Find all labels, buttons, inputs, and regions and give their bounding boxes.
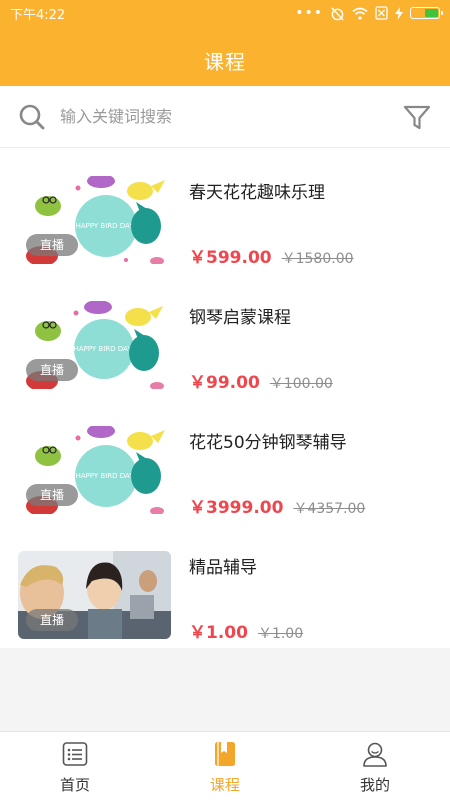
price-row: ￥3999.00 ￥4357.00 [189,493,365,518]
thumbnail-text: HAPPY BIRD DAY! [76,222,137,230]
course-title: 精品辅导 [189,558,257,578]
search-icon[interactable] [18,103,46,131]
person-icon [363,742,387,767]
wifi-icon [352,7,368,20]
thumbnail-text: HAPPY BIRD DAY! [74,345,135,353]
bottom-tab-bar: 首页 课程 我的 [0,731,450,800]
filter-icon[interactable] [402,102,432,132]
course-thumbnail: HAPPY BIRD DAY! 直播 [18,301,171,389]
live-badge: 直播 [26,609,78,631]
live-badge: 直播 [26,359,78,381]
course-price: ￥1.00 [189,623,248,643]
app-header: 下午4:22 ••• 课程 [0,0,450,86]
course-item[interactable]: HAPPY BIRD DAY! 直播 花花50分钟钢琴辅导 ￥3999.00 ￥… [0,398,450,523]
course-item[interactable]: HAPPY BIRD DAY! 直播 钢琴启蒙课程 ￥99.00 ￥100.00 [0,273,450,398]
course-thumbnail: HAPPY BIRD DAY! 直播 [18,176,171,264]
search-bar [0,86,450,148]
tab-label: 课程 [209,776,240,794]
course-thumbnail: HAPPY BIRD DAY! 直播 [18,426,171,514]
charging-icon [395,6,403,20]
tab-home[interactable]: 首页 [0,732,150,800]
original-price: ￥100.00 [269,376,333,392]
live-badge: 直播 [26,484,78,506]
price-row: ￥99.00 ￥100.00 [189,368,333,393]
course-title: 钢琴启蒙课程 [189,308,291,328]
tab-courses[interactable]: 课程 [150,732,300,800]
status-icons: ••• [295,5,443,21]
tab-profile[interactable]: 我的 [300,732,450,800]
price-row: ￥1.00 ￥1.00 [189,618,303,643]
course-item[interactable]: 直播 精品辅导 ￥1.00 ￥1.00 [0,523,450,648]
price-row: ￥599.00 ￥1580.00 [189,243,354,268]
sim-off-icon [375,6,388,20]
course-price: ￥3999.00 [189,498,284,518]
battery-icon [410,7,443,19]
tab-label: 我的 [359,776,390,794]
status-bar: 下午4:22 ••• [0,0,450,26]
live-badge: 直播 [26,234,78,256]
thumbnail-text: HAPPY BIRD DAY! [76,472,137,480]
search-input[interactable] [60,107,402,126]
course-list: HAPPY BIRD DAY! 直播 春天花花趣味乐理 ￥599.00 ￥158… [0,148,450,648]
course-item[interactable]: HAPPY BIRD DAY! 直播 春天花花趣味乐理 ￥599.00 ￥158… [0,148,450,273]
page-title: 课程 [204,50,246,74]
course-price: ￥599.00 [189,248,272,268]
course-title: 春天花花趣味乐理 [189,183,325,203]
tab-label: 首页 [59,776,90,794]
course-title: 花花50分钟钢琴辅导 [189,433,347,453]
list-icon [62,742,88,766]
status-time: 下午4:22 [10,7,66,23]
book-icon [215,742,235,766]
original-price: ￥4357.00 [293,501,366,517]
course-price: ￥99.00 [189,373,260,393]
course-thumbnail: 直播 [18,551,171,639]
more-dots-icon: ••• [295,5,323,21]
alarm-off-icon [331,6,344,21]
original-price: ￥1580.00 [281,251,354,267]
original-price: ￥1.00 [257,626,304,642]
